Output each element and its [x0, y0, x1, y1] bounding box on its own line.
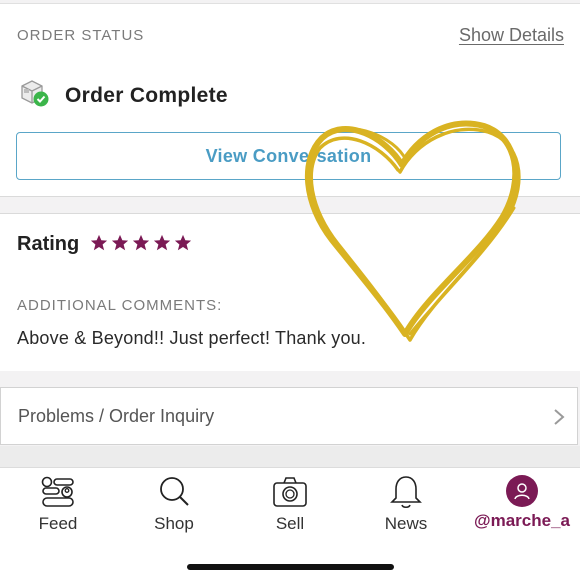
search-icon	[160, 477, 189, 506]
tab-shop-label: Shop	[154, 514, 194, 533]
tab-sell[interactable]: Sell	[232, 468, 348, 538]
problems-order-inquiry-row[interactable]: Problems / Order Inquiry	[0, 387, 578, 445]
user-icon	[514, 483, 530, 500]
tab-shop[interactable]: Shop	[116, 468, 232, 538]
rating-section: Rating ADDITIONAL COMMENTS: Above & Beyo…	[0, 213, 580, 372]
tab-profile[interactable]: @marche_a	[464, 468, 580, 538]
section-gap	[0, 197, 580, 213]
view-conversation-button[interactable]: View Conversation	[16, 132, 561, 180]
problems-label: Problems / Order Inquiry	[18, 406, 215, 426]
tab-profile-label: @marche_a	[474, 511, 570, 530]
show-details-link[interactable]: Show Details	[459, 25, 564, 46]
section-gap	[0, 371, 580, 387]
star-icon	[132, 234, 150, 251]
star-icon	[174, 234, 192, 251]
star-icon	[111, 234, 129, 251]
package-check-icon	[21, 80, 49, 107]
star-icon	[90, 234, 108, 251]
order-status-text: Order Complete	[65, 84, 228, 107]
star-rating	[90, 234, 192, 252]
tab-feed[interactable]: Feed	[0, 468, 116, 538]
rating-title: Rating	[17, 233, 80, 255]
bell-icon	[390, 476, 422, 509]
avatar-icon	[506, 475, 538, 507]
order-details-screen: ORDER STATUS Show Details Order Complete…	[0, 0, 580, 581]
tab-news[interactable]: News	[348, 468, 464, 538]
tab-feed-label: Feed	[38, 514, 78, 533]
chevron-right-icon	[554, 409, 565, 425]
order-status-label: ORDER STATUS	[17, 27, 145, 44]
order-status-section: ORDER STATUS Show Details Order Complete…	[0, 4, 580, 197]
tab-sell-label: Sell	[275, 514, 305, 533]
bottom-tab-bar: Feed Shop Sell News @marche_a	[0, 467, 580, 581]
tab-news-label: News	[384, 514, 428, 533]
feed-icon	[41, 476, 74, 507]
star-icon	[153, 234, 171, 251]
additional-comments-label: ADDITIONAL COMMENTS:	[17, 297, 223, 314]
camera-icon	[273, 477, 307, 507]
comment-text: Above & Beyond!! Just perfect! Thank you…	[17, 328, 367, 348]
section-gap	[0, 446, 580, 467]
home-indicator	[187, 564, 394, 570]
